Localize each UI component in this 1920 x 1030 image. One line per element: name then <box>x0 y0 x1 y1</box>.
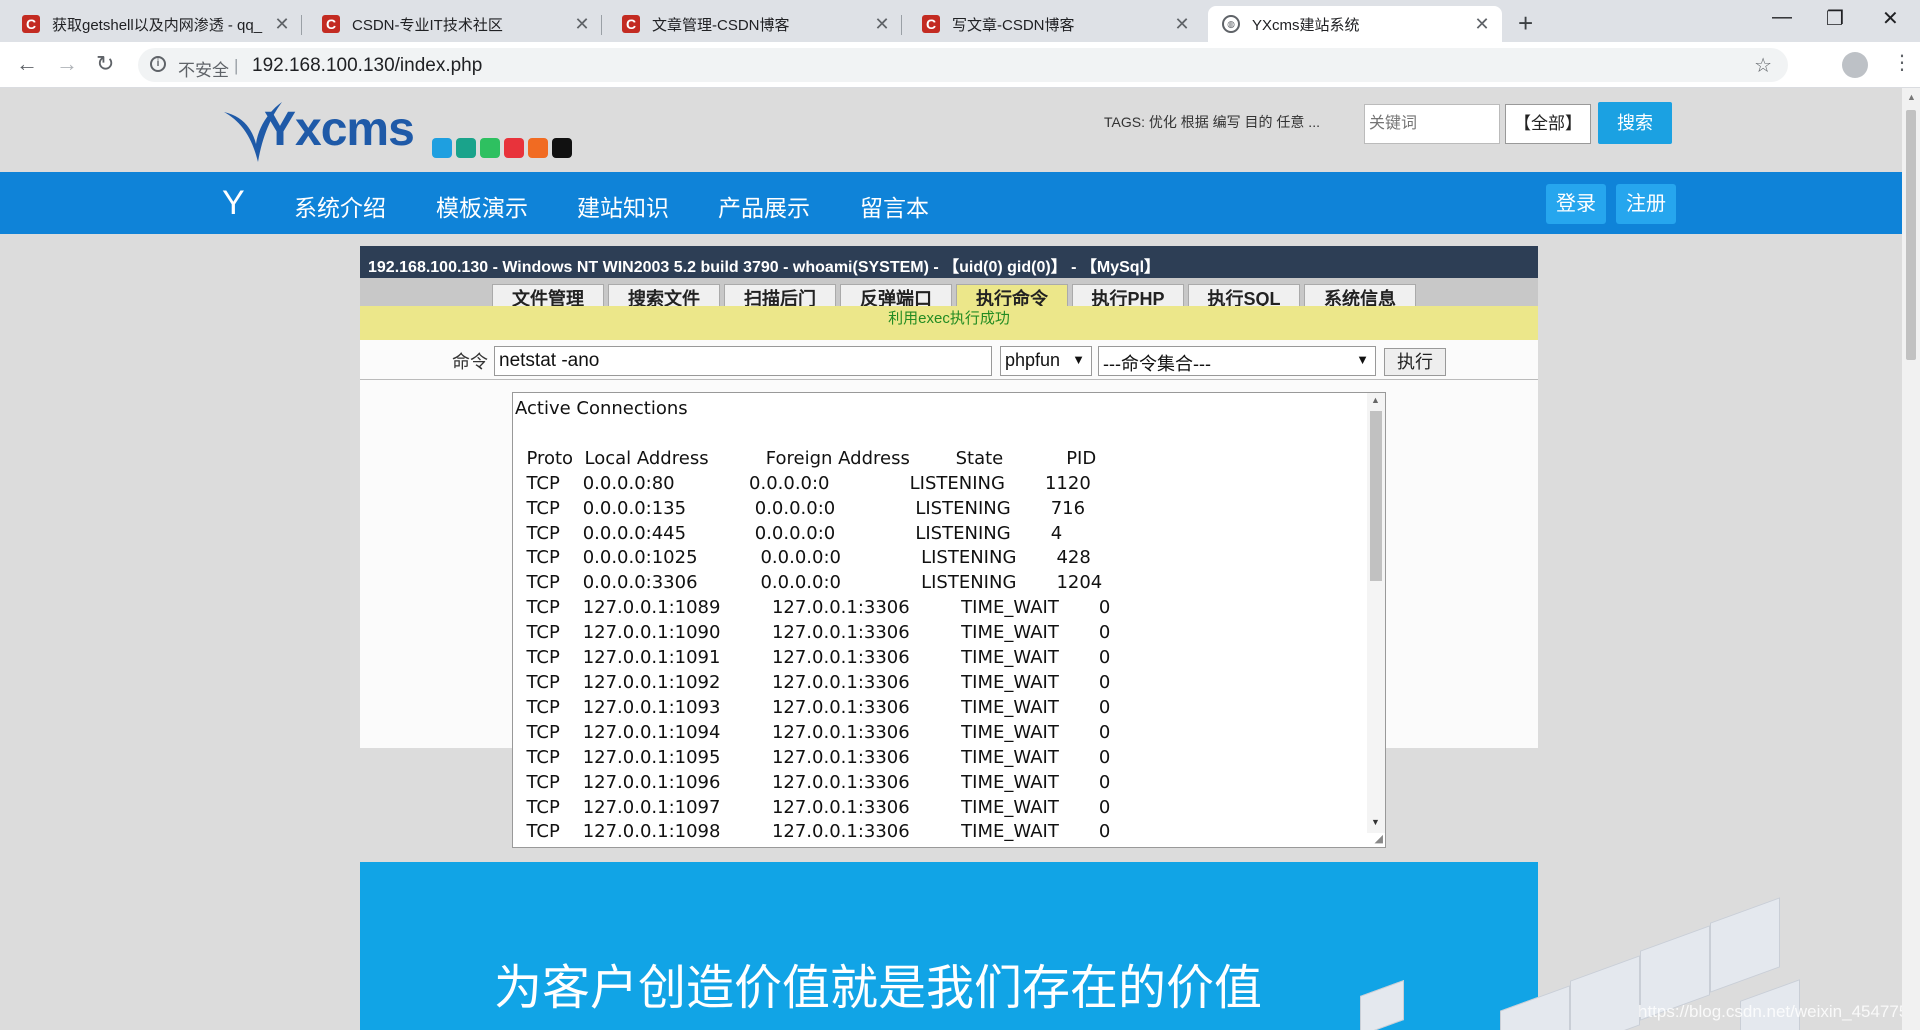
search-button[interactable]: 搜索 <box>1598 102 1672 144</box>
csdn-icon: C <box>622 15 640 33</box>
webshell-panel: 192.168.100.130 - Windows NT WIN2003 5.2… <box>360 246 1538 848</box>
reload-icon[interactable]: ↻ <box>96 51 114 77</box>
tab-title: YXcms建站系统 <box>1252 16 1360 34</box>
logo-text: Yxcms <box>264 103 415 156</box>
new-tab-icon[interactable]: + <box>1518 8 1533 39</box>
scroll-thumb[interactable] <box>1370 411 1382 581</box>
command-output-textarea[interactable]: Active Connections Proto Local Address F… <box>512 392 1386 848</box>
browser-tab[interactable]: C 获取getshell以及内网渗透 - qq_ ✕ <box>8 6 302 42</box>
minimize-icon[interactable]: — <box>1772 6 1792 29</box>
info-icon[interactable]: i <box>150 56 166 72</box>
color-swatch[interactable] <box>480 138 500 158</box>
shell-info-header: 192.168.100.130 - Windows NT WIN2003 5.2… <box>360 246 1538 278</box>
main-nav: Y 系统介绍 模板演示 建站知识 产品展示 留言本 登录 注册 <box>0 172 1902 234</box>
color-swatch[interactable] <box>432 138 452 158</box>
forward-icon[interactable]: → <box>56 51 78 77</box>
close-icon[interactable]: ✕ <box>272 14 292 35</box>
browser-toolbar: ← → ↻ i 不安全 | 192.168.100.130/index.php … <box>0 42 1920 88</box>
nav-item[interactable]: 系统介绍 <box>294 189 386 223</box>
nav-item[interactable]: 建站知识 <box>577 189 669 223</box>
command-row: 命令 netstat -ano phpfun ▼ ---命令集合--- ▼ 执行 <box>360 340 1538 380</box>
tags-list[interactable]: TAGS: 优化 根据 编写 目的 任意 ... <box>1104 112 1320 132</box>
nav-home-icon[interactable]: Y <box>222 184 245 223</box>
method-select-value: phpfun <box>1005 350 1061 370</box>
address-bar[interactable]: i 不安全 | 192.168.100.130/index.php ☆ <box>138 48 1788 82</box>
color-swatch[interactable] <box>552 138 572 158</box>
menu-icon[interactable]: ⋮ <box>1892 50 1912 75</box>
chevron-down-icon: ▼ <box>1072 352 1085 367</box>
status-message: 利用exec执行成功 <box>360 306 1538 340</box>
maximize-icon[interactable]: ❐ <box>1826 6 1844 31</box>
tab-title: CSDN-专业IT技术社区 <box>352 16 503 34</box>
bookmark-star-icon[interactable]: ☆ <box>1754 53 1772 78</box>
csdn-icon: C <box>922 15 940 33</box>
browser-tab-active[interactable]: ◍ YXcms建站系统 ✕ <box>1208 6 1502 42</box>
command-set-select[interactable]: ---命令集合--- ▼ <box>1098 346 1376 376</box>
scroll-up-icon[interactable]: ▲ <box>1907 92 1916 102</box>
close-icon[interactable]: ✕ <box>1472 14 1492 35</box>
execute-button[interactable]: 执行 <box>1384 348 1446 376</box>
tab-title: 文章管理-CSDN博客 <box>652 16 790 34</box>
scroll-thumb[interactable] <box>1906 110 1916 360</box>
csdn-icon: C <box>22 15 40 33</box>
tab-title: 获取getshell以及内网渗透 - qq_ <box>52 16 263 34</box>
command-output-text: Active Connections Proto Local Address F… <box>515 398 1111 843</box>
scroll-up-icon[interactable]: ▲ <box>1371 395 1380 405</box>
browser-tab[interactable]: C CSDN-专业IT技术社区 ✕ <box>308 6 602 42</box>
back-icon[interactable]: ← <box>16 51 38 77</box>
profile-avatar[interactable] <box>1842 52 1868 78</box>
close-icon[interactable]: ✕ <box>1172 14 1192 35</box>
browser-tab[interactable]: C 文章管理-CSDN博客 ✕ <box>608 6 902 42</box>
color-swatch[interactable] <box>504 138 524 158</box>
csdn-icon: C <box>322 15 340 33</box>
color-swatch[interactable] <box>456 138 476 158</box>
command-input[interactable]: netstat -ano <box>494 346 992 376</box>
globe-icon: ◍ <box>1222 15 1240 33</box>
command-set-value: ---命令集合--- <box>1103 354 1211 374</box>
nav-item[interactable]: 留言本 <box>860 189 929 223</box>
tab-title: 写文章-CSDN博客 <box>952 16 1075 34</box>
command-label: 命令 <box>452 352 488 372</box>
page-scrollbar[interactable]: ▲ <box>1902 88 1920 1030</box>
shell-tabs: 文件管理 搜索文件 扫描后门 反弹端口 执行命令 执行PHP 执行SQL 系统信… <box>360 278 1538 316</box>
login-button[interactable]: 登录 <box>1546 184 1606 224</box>
security-label: 不安全 <box>178 61 229 80</box>
resize-grip-icon[interactable]: ◢ <box>1375 832 1383 845</box>
url-text[interactable]: 192.168.100.130/index.php <box>252 55 482 77</box>
chevron-down-icon: ▼ <box>1356 352 1369 367</box>
output-scrollbar[interactable]: ▲ ▼ <box>1367 393 1385 833</box>
close-icon[interactable]: ✕ <box>572 14 592 35</box>
page-viewport: Yxcms TAGS: 优化 根据 编写 目的 任意 ... 【全部】 搜索 Y… <box>0 88 1902 1030</box>
browser-tab[interactable]: C 写文章-CSDN博客 ✕ <box>908 6 1202 42</box>
method-select[interactable]: phpfun ▼ <box>1000 346 1092 376</box>
banner-slogan: 为客户创造价值就是我们存在的价值 <box>494 962 1263 1015</box>
window-close-icon[interactable]: ✕ <box>1882 6 1899 31</box>
register-button[interactable]: 注册 <box>1616 184 1676 224</box>
search-input[interactable] <box>1364 104 1500 144</box>
close-icon[interactable]: ✕ <box>872 14 892 35</box>
nav-item[interactable]: 产品展示 <box>718 189 810 223</box>
scroll-down-icon[interactable]: ▼ <box>1371 817 1380 827</box>
color-swatch[interactable] <box>528 138 548 158</box>
search-scope-select[interactable]: 【全部】 <box>1505 104 1591 144</box>
nav-item[interactable]: 模板演示 <box>436 189 528 223</box>
watermark-text: https://blog.csdn.net/weixin_45477500 <box>1638 1002 1902 1021</box>
browser-tab-bar: C 获取getshell以及内网渗透 - qq_ ✕ C CSDN-专业IT技术… <box>0 0 1920 42</box>
